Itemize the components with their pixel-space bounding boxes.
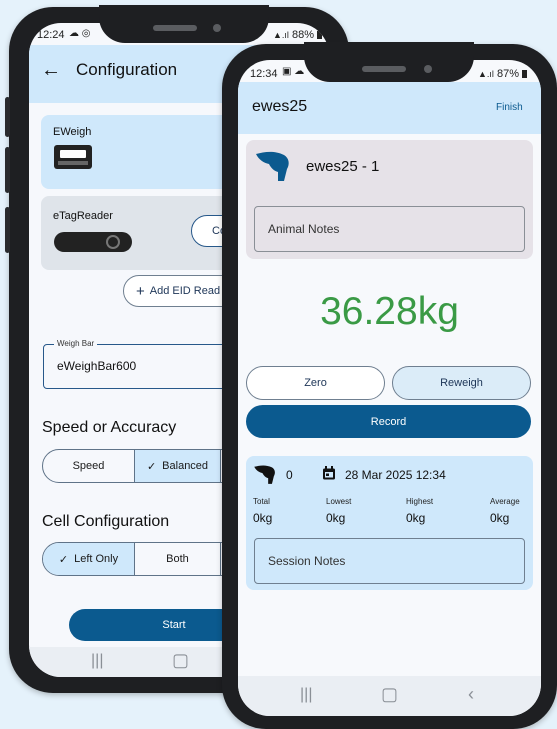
- plus-icon: +: [136, 282, 145, 300]
- weighing-session-screen: 12:34 ▣ ☁ ▲.ıl 87% ewes25 Finish ewes25 …: [238, 60, 541, 716]
- eweigh-device-image: [54, 145, 92, 169]
- segment-left-only[interactable]: ✓ Left Only: [43, 543, 135, 575]
- camera-notch: [99, 5, 269, 43]
- stat-total-label: Total: [253, 497, 270, 506]
- stat-highest-value: 0kg: [406, 511, 426, 525]
- status-icons: ▣ ☁: [282, 66, 305, 77]
- page-title: ewes25: [252, 98, 308, 115]
- status-icons: ☁ ◎: [69, 28, 91, 39]
- device-name: EWeigh: [53, 126, 92, 138]
- animal-card: ewes25 - 1 Animal Notes: [246, 140, 533, 259]
- status-battery: ▲.ıl 88%: [273, 29, 323, 41]
- signal-icon: ▲.ıl: [478, 69, 494, 79]
- recent-apps-icon[interactable]: |||: [91, 652, 103, 670]
- home-icon[interactable]: ▢: [381, 684, 398, 705]
- session-date: 28 Mar 2025 12:34: [345, 468, 446, 482]
- calendar-icon: [323, 466, 335, 480]
- session-notes-input[interactable]: Session Notes: [254, 538, 525, 584]
- signal-icon: ▲.ıl: [273, 30, 289, 40]
- sheep-icon: [256, 151, 289, 181]
- zero-button[interactable]: Zero: [246, 366, 385, 400]
- animal-count: 0: [286, 468, 293, 482]
- weigh-bar-value: eWeighBar600: [57, 359, 137, 373]
- session-summary-card: 0 28 Mar 2025 12:34 Total 0kg Lowest 0kg…: [246, 456, 533, 590]
- check-icon: ✓: [146, 460, 157, 473]
- system-nav-bar: ||| ▢ ‹: [238, 676, 541, 716]
- animal-name: ewes25 - 1: [306, 158, 380, 175]
- camera-notch: [304, 42, 474, 82]
- app-bar: ewes25 Finish: [238, 82, 541, 134]
- back-icon[interactable]: ‹: [468, 684, 474, 705]
- check-icon: ✓: [58, 553, 69, 566]
- back-arrow-icon[interactable]: ←: [41, 59, 61, 82]
- status-battery: ▲.ıl 87%: [478, 68, 528, 80]
- device-name: eTagReader: [53, 210, 113, 222]
- stat-highest-label: Highest: [406, 497, 434, 506]
- record-button[interactable]: Record: [246, 405, 531, 438]
- stat-total-value: 0kg: [253, 511, 273, 525]
- cell-section-title: Cell Configuration: [42, 513, 170, 530]
- weight-reading: 36.28kg: [320, 290, 459, 333]
- stat-average-value: 0kg: [490, 511, 510, 525]
- battery-icon: [522, 70, 528, 78]
- stat-lowest-label: Lowest: [326, 497, 352, 506]
- segment-speed[interactable]: Speed: [43, 450, 135, 482]
- weigh-bar-label: Weigh Bar: [54, 339, 98, 348]
- speed-section-title: Speed or Accuracy: [42, 419, 177, 436]
- stat-lowest-value: 0kg: [326, 511, 346, 525]
- tag-reader-image: [54, 232, 132, 252]
- front-phone: 12:34 ▣ ☁ ▲.ıl 87% ewes25 Finish ewes25 …: [222, 42, 557, 729]
- animal-notes-input[interactable]: Animal Notes: [254, 206, 525, 252]
- status-time: 12:34: [250, 68, 278, 80]
- sheep-count-icon: [254, 465, 275, 484]
- home-icon[interactable]: ▢: [172, 650, 189, 671]
- volume-button: [5, 97, 10, 137]
- camera-icon: [213, 24, 221, 32]
- segment-both[interactable]: Both: [135, 543, 221, 575]
- side-button: [5, 207, 10, 253]
- battery-icon: [317, 31, 323, 39]
- status-time: 12:24: [37, 29, 65, 41]
- power-button: [5, 147, 10, 193]
- finish-button[interactable]: Finish: [496, 102, 523, 113]
- page-title: Configuration: [76, 60, 178, 79]
- reweigh-button[interactable]: Reweigh: [392, 366, 531, 400]
- stat-average-label: Average: [490, 497, 520, 506]
- recent-apps-icon[interactable]: |||: [300, 686, 312, 704]
- camera-icon: [424, 65, 432, 73]
- segment-balanced[interactable]: ✓ Balanced: [135, 450, 221, 482]
